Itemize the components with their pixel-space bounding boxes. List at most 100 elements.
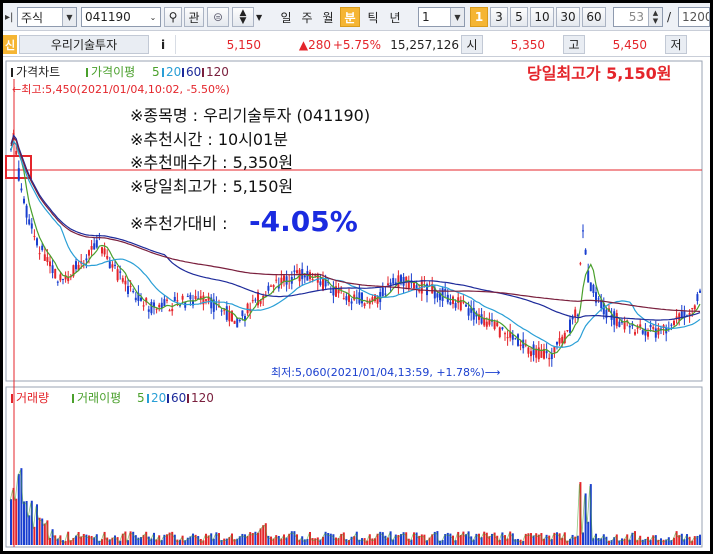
spin-updown-icon[interactable]: ▲ ▼ — [232, 7, 254, 27]
candle-body — [205, 299, 207, 301]
interval-5-button[interactable]: 5 — [510, 7, 528, 27]
display-count-input[interactable]: 53 ▲ ▼ — [613, 7, 663, 27]
candle-body — [186, 296, 189, 298]
interval-1-button[interactable]: 1 — [470, 7, 488, 27]
candle-body — [163, 299, 166, 306]
volume-bar — [303, 539, 306, 545]
interval-select[interactable]: 1 ▼ — [418, 7, 465, 27]
volume-bar — [194, 534, 197, 545]
volume-bar — [587, 521, 590, 545]
open-label: 시 — [461, 35, 483, 54]
legend-ma5: 5 — [152, 65, 160, 79]
info-line-time: ※추천시간 : 10시01분 — [130, 130, 288, 149]
volume-legend-title: 거래량 — [16, 391, 49, 405]
high-label: 고 — [563, 35, 585, 54]
volume-bar — [10, 499, 12, 545]
volume-bar — [33, 526, 36, 545]
candle-body — [49, 261, 51, 267]
volume-bar — [267, 535, 270, 545]
candle-body — [171, 309, 174, 312]
spin-updown-icon[interactable]: ▲ ▼ — [648, 8, 662, 26]
chevron-down-icon[interactable]: ▼ — [450, 8, 464, 26]
chevron-down-icon[interactable]: ▼ — [62, 8, 76, 26]
compare-value: -4.05% — [249, 205, 358, 238]
interval-30-button[interactable]: 30 — [556, 7, 580, 27]
period-day-button[interactable]: 일 — [276, 7, 296, 27]
candle-body — [121, 278, 124, 282]
volume-bar — [504, 535, 506, 545]
candle-body — [158, 304, 161, 308]
candle-body — [636, 327, 639, 329]
volume-bar — [545, 534, 548, 545]
price-legend: 가격차트 가격이평 5 20 60 120 — [11, 65, 229, 79]
info-button[interactable]: i — [155, 35, 171, 54]
period-minute-button[interactable]: 분 — [340, 7, 360, 27]
candle-body — [556, 341, 558, 345]
candle-body — [652, 327, 655, 329]
legend-marker — [167, 394, 169, 403]
volume-bar — [602, 534, 605, 545]
candle-body — [527, 347, 530, 354]
volume-bar — [652, 535, 655, 545]
chevron-down-icon[interactable]: ▼ — [256, 7, 266, 27]
candle-body — [413, 282, 415, 289]
candle-body — [181, 295, 184, 300]
link-icon[interactable]: ⊜ — [207, 7, 229, 27]
compare-label: ※추천가대비 : — [130, 214, 227, 233]
candle-body — [384, 293, 387, 295]
change-rate: +5.75% — [332, 37, 381, 52]
period-tick-button[interactable]: 틱 — [363, 7, 383, 27]
interval-60-button[interactable]: 60 — [582, 7, 606, 27]
period-year-button[interactable]: 년 — [385, 7, 405, 27]
candle-body — [101, 247, 103, 254]
chevron-down-icon[interactable]: ⌄ — [146, 8, 160, 26]
volume-bar — [38, 517, 41, 545]
headline-text: 당일최고가 5,150원 — [527, 64, 672, 83]
panel-toggle-icon[interactable]: ▸| — [5, 7, 15, 27]
candle-body — [129, 285, 132, 287]
candle-body — [641, 330, 644, 334]
legend-marker — [187, 394, 189, 403]
total-count-input[interactable]: 1200 — [678, 7, 710, 27]
related-button[interactable]: 관 — [184, 7, 204, 27]
price-chart[interactable]: 가격차트 가격이평 5 20 60 120 당일최고가 5,150원 ←최고:5… — [3, 59, 710, 551]
candle-body — [15, 150, 18, 155]
market-select[interactable]: 주식 ▼ — [17, 7, 77, 27]
volume-bar — [134, 535, 137, 545]
legend-marker — [162, 68, 164, 77]
volume-legend-ma60: 60 — [171, 391, 186, 405]
candle-body — [95, 240, 98, 248]
candle-body — [88, 250, 90, 256]
candle-body — [592, 284, 595, 293]
candle-body — [613, 311, 616, 325]
legend-marker — [202, 68, 204, 77]
interval-3-button[interactable]: 3 — [490, 7, 508, 27]
candle-body — [93, 243, 96, 250]
volume-bar — [244, 534, 246, 545]
candle-body — [615, 313, 618, 327]
candle-body — [43, 254, 46, 261]
volume-bar — [28, 515, 31, 545]
candle-body — [634, 332, 636, 335]
candle-body — [134, 297, 137, 301]
candle-body — [493, 321, 496, 330]
candle-body — [566, 330, 569, 332]
price-change: ▲280 — [298, 37, 331, 52]
candle-body — [246, 303, 249, 314]
stock-code-input[interactable]: 041190 ⌄ — [81, 7, 161, 27]
interval-10-button[interactable]: 10 — [530, 7, 554, 27]
volume-bar — [662, 539, 665, 545]
quote-bar: 신 우리기술투자 i 5,150 ▲280 +5.75% 15,257,126 … — [3, 32, 710, 57]
low-marker-label: 최저:5,060(2021/01/04,13:59, +1.78%)⟶ — [271, 366, 501, 379]
period-month-button[interactable]: 월 — [318, 7, 338, 27]
period-week-button[interactable]: 주 — [297, 7, 317, 27]
legend-marker — [182, 68, 184, 77]
volume-bar — [90, 535, 93, 545]
toolbar: ▸| 주식 ▼ 041190 ⌄ ⚲ 관 ⊜ ▲ ▼ ▼ 일 주 월 분 틱 년 … — [3, 3, 710, 31]
volume-bar — [384, 535, 387, 545]
legend-ma-label: 가격이평 — [91, 65, 135, 79]
candle-body — [85, 258, 88, 261]
search-icon[interactable]: ⚲ — [164, 7, 182, 27]
candle-body — [38, 253, 41, 255]
candle-body — [548, 357, 551, 360]
